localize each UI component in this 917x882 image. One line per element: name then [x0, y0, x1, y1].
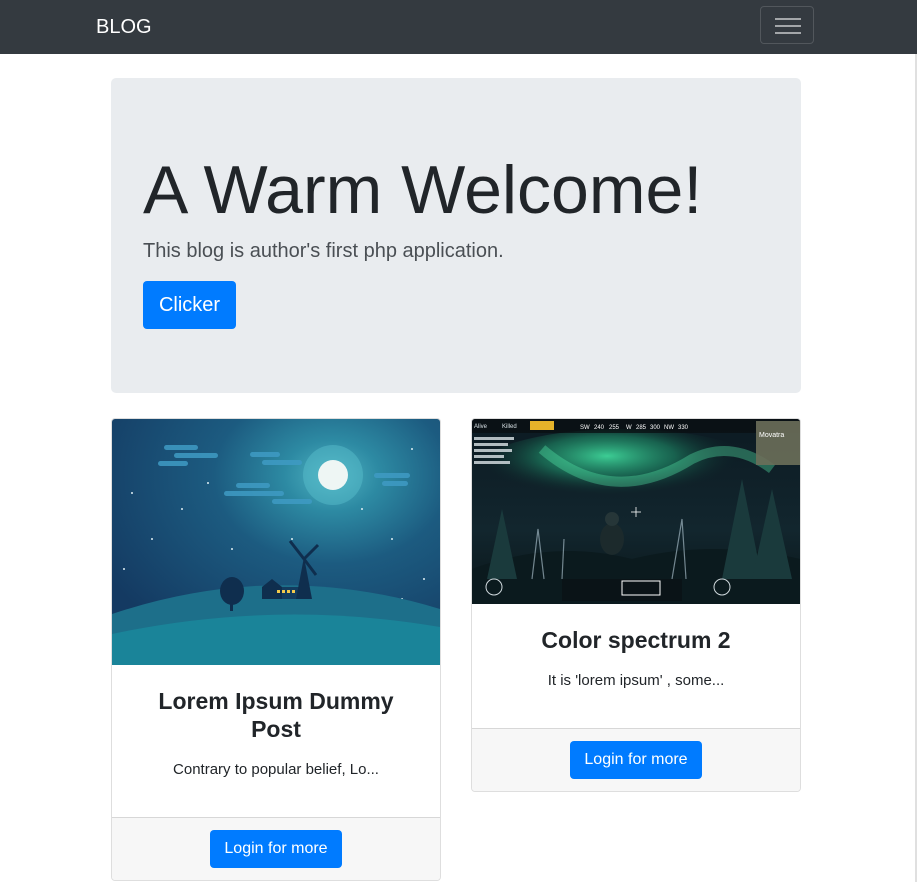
post-card: Lorem Ipsum Dummy Post Contrary to popul… — [111, 418, 441, 881]
post-image-night-landscape — [112, 419, 440, 665]
post-excerpt: Contrary to popular belief, Lo... — [173, 761, 379, 778]
login-for-more-button[interactable]: Login for more — [570, 741, 702, 779]
hud-minimap-label: Movatra — [759, 432, 784, 439]
hud-kill-status: Killed — [502, 424, 517, 430]
top-navbar: BLOG — [0, 0, 917, 54]
hud-compass-300: 300 — [650, 425, 661, 431]
hud-compass-w: W — [626, 425, 632, 431]
post-image-game-screenshot: Alive Killed SW 240 255 W 285 300 NW 330… — [472, 419, 800, 604]
hud-compass-255: 255 — [609, 425, 620, 431]
hud-compass-nw: NW — [664, 425, 674, 431]
navbar-toggler-button[interactable] — [760, 6, 814, 44]
post-card: Alive Killed SW 240 255 W 285 300 NW 330… — [471, 418, 801, 792]
hud-compass-sw: SW — [580, 425, 590, 431]
navbar-brand[interactable]: BLOG — [96, 14, 152, 40]
hud-compass-285: 285 — [636, 425, 647, 431]
login-for-more-button[interactable]: Login for more — [210, 830, 342, 868]
post-excerpt: It is 'lorem ipsum' , some... — [547, 672, 725, 689]
post-card-footer: Login for more — [472, 728, 800, 791]
hud-player-status: Alive — [474, 424, 488, 430]
hud-compass-330: 330 — [678, 425, 689, 431]
post-card-footer: Login for more — [112, 817, 440, 880]
welcome-jumbotron: A Warm Welcome! This blog is author's fi… — [111, 78, 801, 393]
jumbotron-title: A Warm Welcome! — [143, 152, 703, 228]
jumbotron-lead: This blog is author's first php applicat… — [143, 240, 504, 262]
hud-compass-240: 240 — [594, 425, 605, 431]
clicker-button[interactable]: Clicker — [143, 281, 236, 329]
post-title[interactable]: Color spectrum 2 — [492, 626, 780, 654]
post-title[interactable]: Lorem Ipsum Dummy Post — [132, 687, 420, 743]
